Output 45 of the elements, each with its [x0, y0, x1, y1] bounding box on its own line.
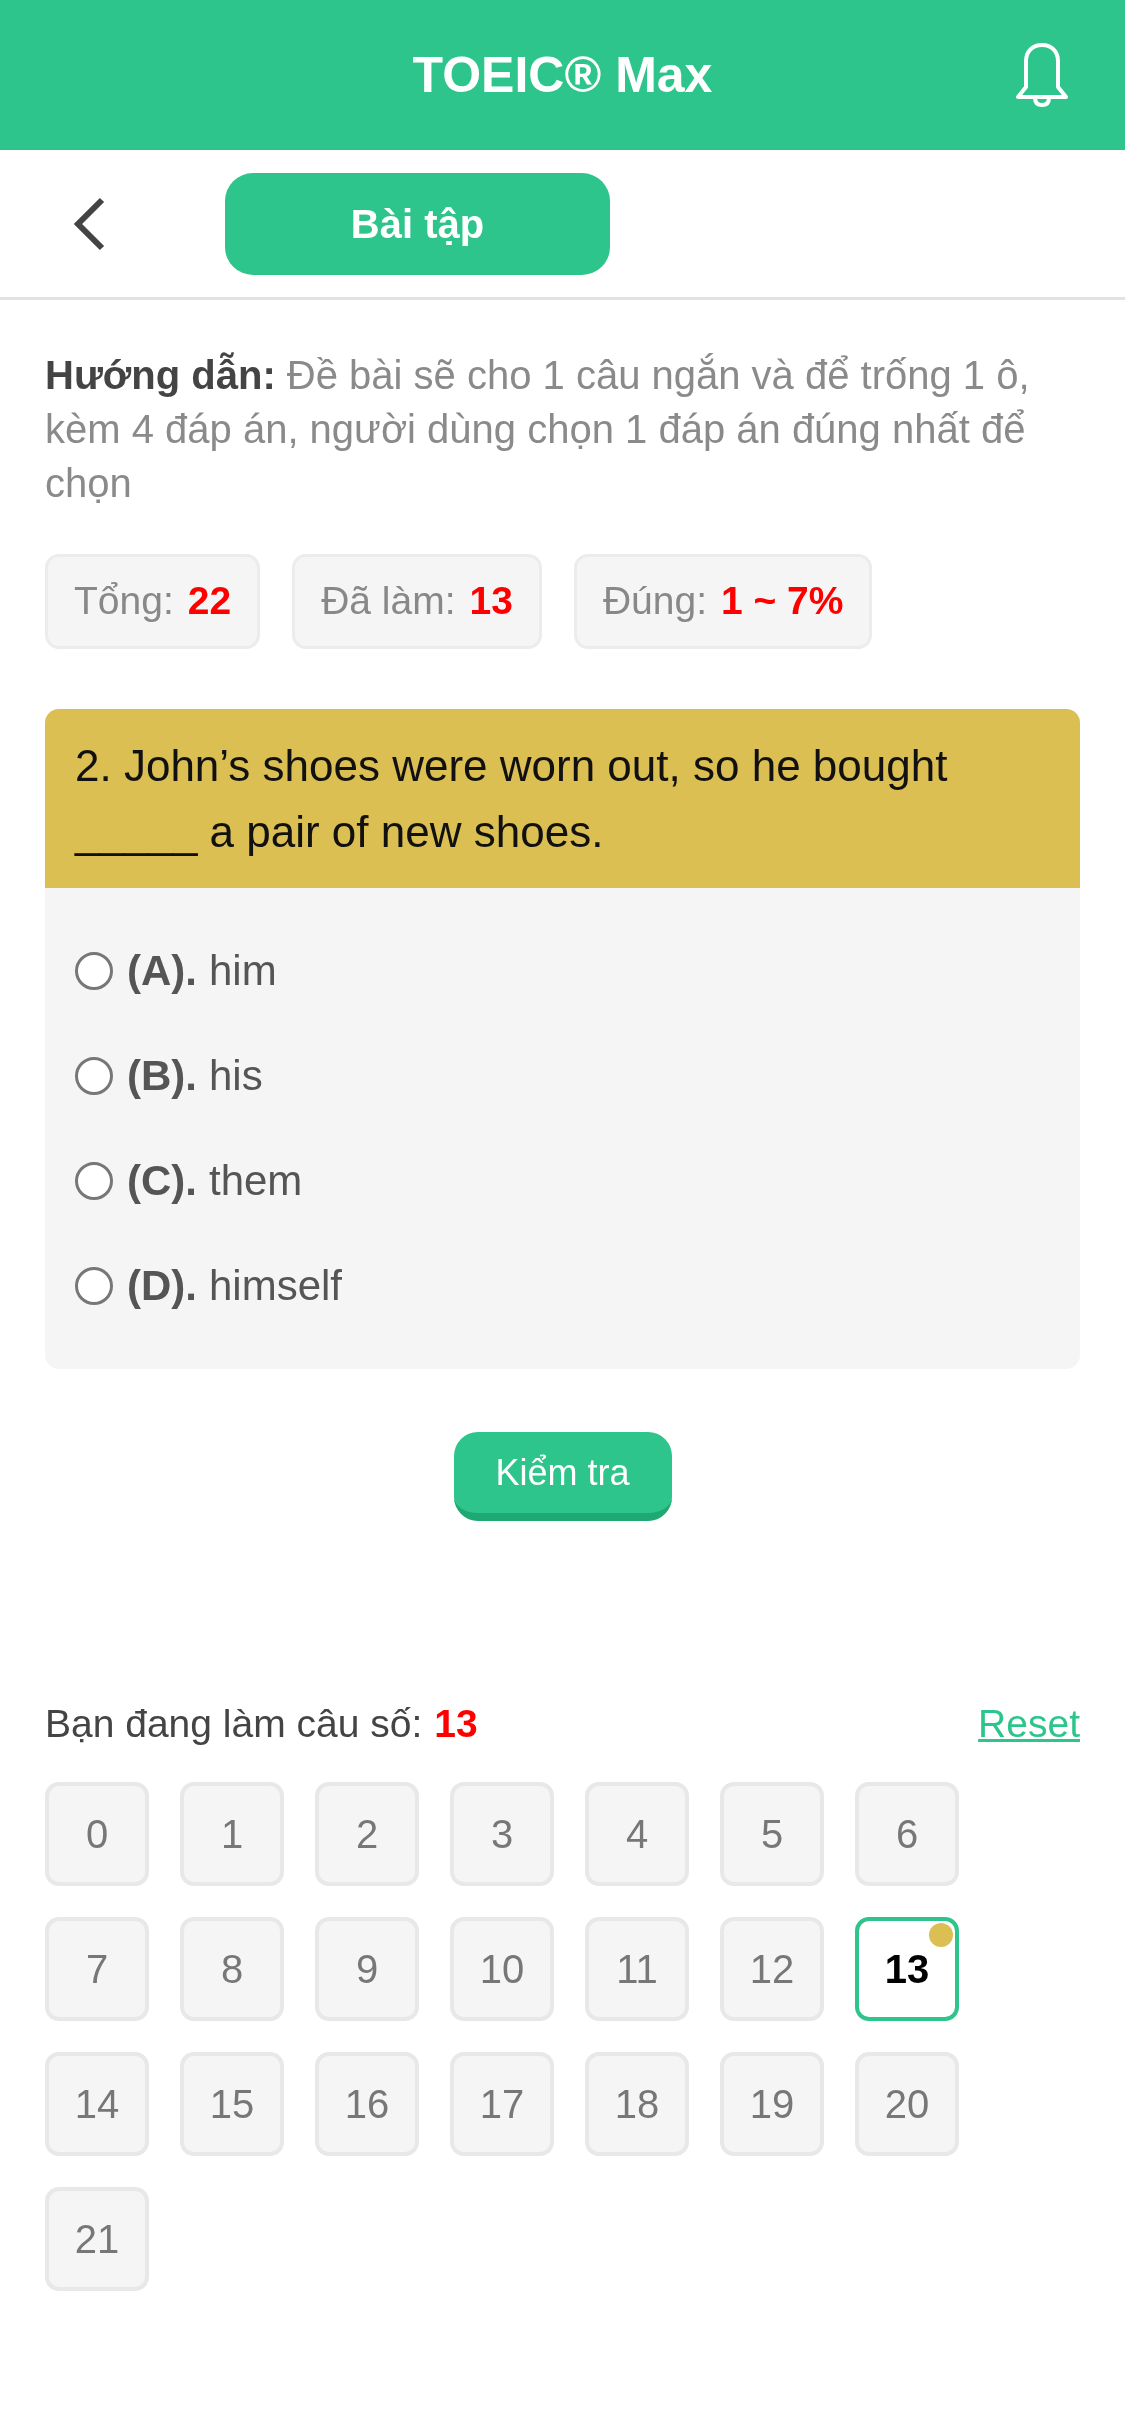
back-chevron-icon[interactable]	[72, 196, 106, 251]
current-question-label: Bạn đang làm câu số:	[45, 1700, 423, 1747]
stat-value: 13	[469, 578, 513, 625]
check-button[interactable]: Kiểm tra	[453, 1432, 672, 1521]
question-number-button[interactable]: 11	[585, 1917, 689, 2021]
stat-value: 1 ~ 7%	[720, 578, 844, 625]
question-number-button[interactable]: 5	[720, 1782, 824, 1886]
answer-option[interactable]: (B). his	[75, 1023, 1050, 1128]
question-number-button[interactable]: 6	[855, 1782, 959, 1886]
question-number-button[interactable]: 21	[45, 2187, 149, 2291]
question-number-button[interactable]: 20	[855, 2052, 959, 2156]
stat-value: 22	[187, 578, 232, 625]
answer-option[interactable]: (D). himself	[75, 1233, 1050, 1338]
question-number-button[interactable]: 4	[585, 1782, 689, 1886]
answer-option[interactable]: (A). him	[75, 918, 1050, 1023]
app-title: TOEIC® Max	[412, 50, 713, 100]
question-text: 2. John’s shoes were worn out, so he bought _____ a pair of new shoes.	[75, 740, 949, 858]
question-number-button[interactable]: 16	[315, 2052, 419, 2156]
radio-icon[interactable]	[75, 951, 113, 990]
instructions-text: Hướng dẫn: Đề bài sẽ cho 1 câu ngắn và để trống 1 ô, kèm 4 đáp án, người dùng chọn 1 đáp án đúng nhất để chọn	[45, 351, 1031, 507]
radio-icon[interactable]	[75, 1056, 113, 1095]
question-number-button[interactable]: 7	[45, 1917, 149, 2021]
question-number-button[interactable]: 12	[720, 1917, 824, 2021]
question-number-button[interactable]: 8	[180, 1917, 284, 2021]
exercise-tab[interactable]: Bài tập	[225, 172, 610, 275]
question-number-button[interactable]: 3	[450, 1782, 554, 1886]
question-number-button[interactable]: 9	[315, 1917, 419, 2021]
question-number-button[interactable]: 17	[450, 2052, 554, 2156]
answer-option[interactable]: (C). them	[75, 1128, 1050, 1233]
question-number-button[interactable]: 1	[180, 1782, 284, 1886]
question-number-button[interactable]: 19	[720, 2052, 824, 2156]
stat-label: Đã làm:	[321, 578, 456, 625]
radio-icon[interactable]	[75, 1161, 113, 1200]
question-number-button[interactable]: 14	[45, 2052, 149, 2156]
reset-link[interactable]: Reset	[978, 1694, 1080, 1754]
stat-label: Tổng:	[74, 578, 174, 625]
question-number-button[interactable]: 15	[180, 2052, 284, 2156]
radio-icon[interactable]	[75, 1266, 113, 1305]
question-number-button[interactable]: 13	[855, 1917, 959, 2021]
question-number-button[interactable]: 0	[45, 1782, 149, 1886]
current-question-number: 13	[434, 1700, 478, 1747]
stat-label: Đúng:	[602, 578, 707, 625]
question-number-button[interactable]: 10	[450, 1917, 554, 2021]
question-number-button[interactable]: 2	[315, 1782, 419, 1886]
question-number-button[interactable]: 18	[585, 2052, 689, 2156]
